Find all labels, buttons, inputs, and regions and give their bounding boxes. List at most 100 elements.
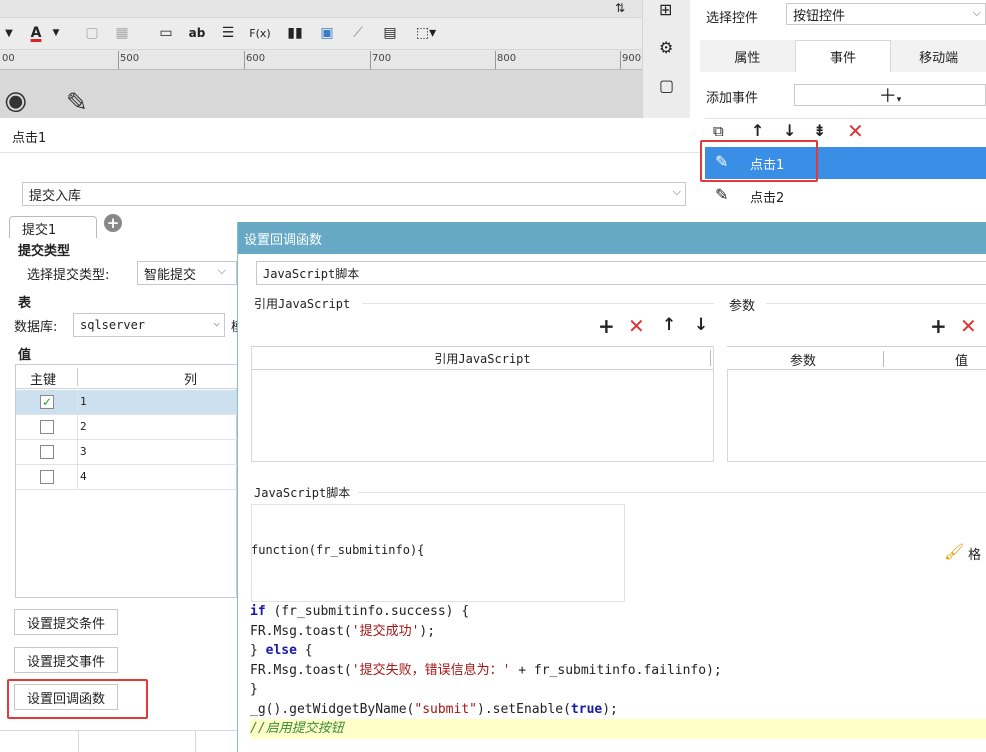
report-toolbar: ▼ A ▼ ▢ ▦ ▭ ab ☰ F(x) ▮▮ ▣ ⟋ ▤ ⬚▾ ⇅ xyxy=(0,0,642,50)
value-section: 值 xyxy=(18,348,32,363)
move-up-icon[interactable]: ↑ xyxy=(662,315,676,335)
delete-icon[interactable]: ✕ xyxy=(847,119,864,143)
format-button[interactable]: 格 xyxy=(968,544,981,563)
widget-settings-icon[interactable]: ⚙ xyxy=(659,38,673,57)
column-divider xyxy=(883,351,884,367)
code-line: } else { xyxy=(250,643,313,658)
select-widget-label: 选择控件 xyxy=(706,11,759,26)
text-widget-button[interactable]: ab xyxy=(186,22,208,44)
move-down-icon[interactable]: ↓ xyxy=(783,121,796,140)
code-line: _g().getWidgetByName("submit").setEnable… xyxy=(250,701,618,717)
script-section: JavaScript脚本 xyxy=(254,486,351,500)
highlight-box xyxy=(700,140,818,182)
add-tab-icon[interactable]: + xyxy=(104,214,122,232)
section-rule xyxy=(362,303,714,304)
border-icon[interactable]: ▢ xyxy=(82,22,102,44)
bottom-divider xyxy=(0,730,237,731)
title-divider xyxy=(0,152,700,153)
move-down-icon[interactable]: ↓ xyxy=(694,315,708,335)
column-value: 4 xyxy=(80,470,87,483)
ref-js-section: 引用JavaScript xyxy=(254,297,351,311)
table-row[interactable]: 3 xyxy=(16,440,238,465)
set-submit-event-button[interactable]: 设置提交事件 xyxy=(14,647,119,673)
action-type-select[interactable]: 提交入库 ⌵ xyxy=(22,182,686,206)
callback-dialog-title-text: 设置回调函数 xyxy=(244,232,323,248)
submit-type-select[interactable]: 智能提交 ⌵ xyxy=(137,261,237,285)
set-submit-condition-button[interactable]: 设置提交条件 xyxy=(14,609,119,635)
table-row[interactable]: 4 xyxy=(16,465,238,490)
ref-js-column-label: 引用JavaScript xyxy=(434,351,531,366)
ruler-mark: 800 xyxy=(497,53,517,64)
callback-type-select[interactable]: JavaScript脚本 xyxy=(256,261,986,285)
font-color-button[interactable]: A xyxy=(24,22,48,44)
primary-key-checkbox[interactable] xyxy=(40,445,54,459)
formula-button[interactable]: F(x) xyxy=(248,22,272,44)
font-color-dropdown-icon[interactable]: ▼ xyxy=(50,22,62,44)
tab-mobile[interactable]: 移动端 xyxy=(891,40,986,72)
highlight-box xyxy=(7,679,148,719)
table-section: 表 xyxy=(18,296,32,311)
database-label: 数据库: xyxy=(14,320,58,335)
tab-properties[interactable]: 属性 xyxy=(700,40,795,72)
code-editor[interactable]: if (fr_submitinfo.success) { FR.Msg.toas… xyxy=(250,602,986,752)
function-signature: function(fr_submitinfo){ xyxy=(251,543,425,557)
database-select[interactable]: sqlserver ⌵ xyxy=(73,313,225,337)
copy-icon[interactable]: ⧉ xyxy=(713,122,724,140)
pencil-icon: ✎ xyxy=(715,185,729,204)
column-value: 2 xyxy=(80,420,87,433)
add-ref-icon[interactable]: + xyxy=(598,314,615,338)
format-brush-icon[interactable]: 🖌 xyxy=(944,542,964,561)
section-rule xyxy=(766,303,986,304)
side-toolbar: ⊞ ⚙ ▢ xyxy=(642,0,690,125)
param-value-header: 值 xyxy=(955,354,969,369)
submit-type-value: 智能提交 xyxy=(144,267,197,283)
align-icon[interactable]: ☰ xyxy=(218,22,238,44)
code-line: FR.Msg.toast('提交失败，错误信息为：' + fr_submitin… xyxy=(250,662,722,678)
params-header: 参数 值 xyxy=(727,346,986,370)
callback-type-value: JavaScript脚本 xyxy=(263,266,360,281)
chart-icon[interactable]: ▮▮ xyxy=(284,22,306,44)
image-icon[interactable]: ▣ xyxy=(316,22,338,44)
primary-key-checkbox[interactable] xyxy=(40,470,54,484)
callback-dialog-title: 设置回调函数 xyxy=(238,222,986,254)
delete-ref-icon[interactable]: ✕ xyxy=(628,314,645,338)
add-param-icon[interactable]: + xyxy=(930,314,947,338)
submit-type-section: 提交类型 xyxy=(18,244,71,259)
row-divider xyxy=(77,390,78,490)
add-event-button[interactable]: ＋▾ xyxy=(794,84,986,107)
table-row[interactable]: ✓ 1 xyxy=(16,390,238,415)
ruler-mark: 600 xyxy=(246,53,266,64)
dashed-box-icon[interactable]: ⬚▾ xyxy=(412,22,440,44)
tab-events[interactable]: 事件 xyxy=(794,40,892,72)
dialog-title: 点击1 xyxy=(12,131,47,146)
move-bottom-icon[interactable]: ⇟ xyxy=(813,121,826,140)
event-item[interactable]: ✎ 点击2 xyxy=(705,180,986,212)
dropdown-arrow-icon[interactable]: ▼ xyxy=(2,22,16,44)
value-table: 主键 列 ✓ 1 2 3 4 xyxy=(15,364,238,598)
design-canvas[interactable]: ◉ ✎ xyxy=(0,70,642,119)
ruler-mark: 500 xyxy=(120,53,140,64)
document-icon[interactable]: ▤ xyxy=(380,22,400,44)
primary-key-checkbox[interactable] xyxy=(40,420,54,434)
delete-param-icon[interactable]: ✕ xyxy=(960,314,977,338)
primary-key-checkbox[interactable]: ✓ xyxy=(40,395,54,409)
move-up-icon[interactable]: ↑ xyxy=(751,121,764,140)
ruler-tick xyxy=(620,51,621,69)
table-row[interactable]: 2 xyxy=(16,415,238,440)
grid-icon[interactable]: ▦ xyxy=(112,22,132,44)
frame-icon[interactable]: ▢ xyxy=(659,76,674,95)
slash-icon[interactable]: ⟋ xyxy=(348,22,368,44)
select-widget-dropdown[interactable]: 按钮控件 ⌵ xyxy=(786,3,986,25)
tab-submit-1[interactable]: 提交1 xyxy=(9,216,97,238)
chevron-down-icon: ⌵ xyxy=(972,6,981,19)
ref-js-column-header: 引用JavaScript xyxy=(251,346,714,370)
layout-icon[interactable]: ⊞ xyxy=(659,0,672,19)
chevron-down-icon: ⌵ xyxy=(217,264,226,277)
ruler-tick xyxy=(244,51,245,69)
plus-icon: ＋▾ xyxy=(878,86,902,107)
ruler-mark: 900 xyxy=(622,53,642,64)
sort-icon[interactable]: ⇅ xyxy=(612,0,628,16)
textbox-icon[interactable]: ▭ xyxy=(156,22,176,44)
property-tabs: 属性 事件 移动端 xyxy=(700,40,986,72)
pencil-icon: ✎ xyxy=(66,88,88,118)
